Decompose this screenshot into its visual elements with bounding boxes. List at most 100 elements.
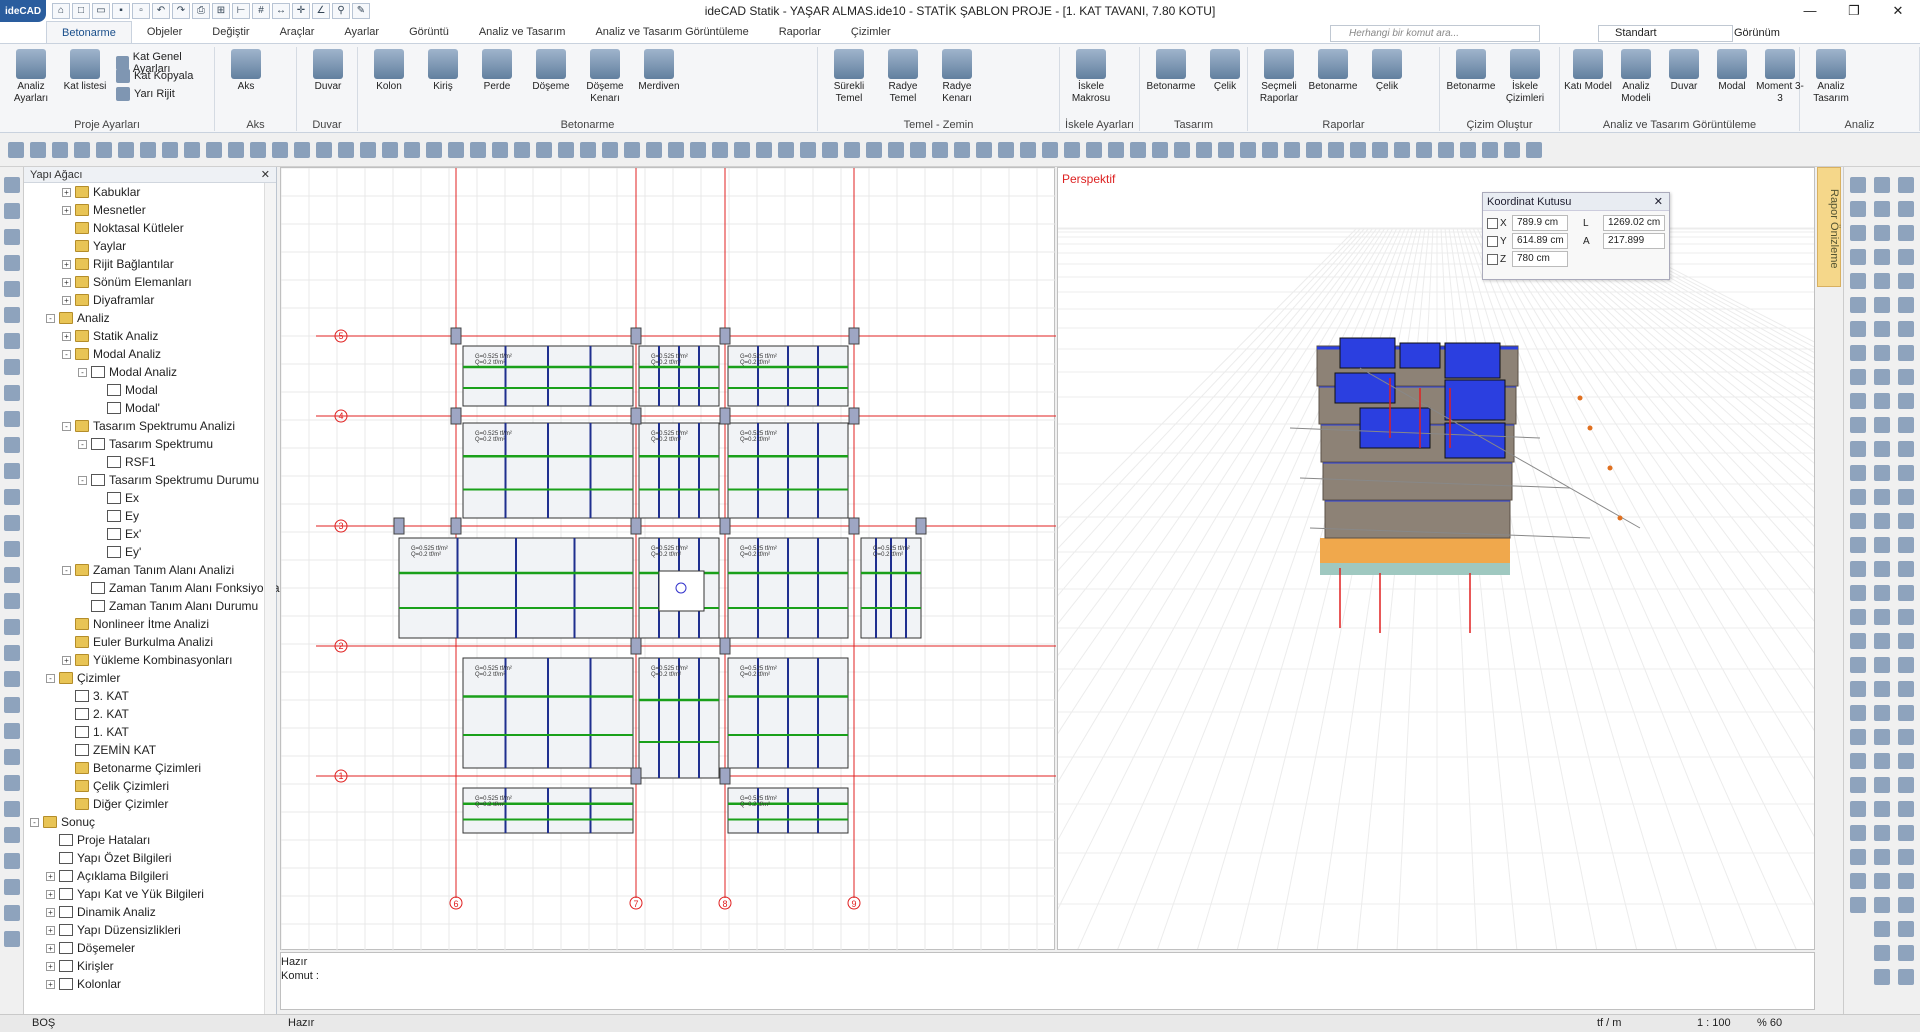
right-tool-icon[interactable] — [1850, 321, 1866, 337]
toolbar-tool-icon[interactable] — [74, 142, 90, 158]
tree-node[interactable]: Ey — [94, 507, 139, 525]
right-tool-icon[interactable] — [1874, 969, 1890, 985]
toolbar-tool-icon[interactable] — [1350, 142, 1366, 158]
toolbar-tool-icon[interactable] — [1240, 142, 1256, 158]
left-tool-icon[interactable] — [4, 619, 20, 635]
right-tool-icon[interactable] — [1898, 441, 1914, 457]
tree-node[interactable]: + Yapı Düzensizlikleri — [46, 921, 181, 939]
right-tool-icon[interactable] — [1898, 465, 1914, 481]
tree-node[interactable]: Zaman Tanım Alanı Fonksiyonları — [78, 579, 287, 597]
ribbon-button[interactable]: İskele Makrosu — [1064, 49, 1118, 105]
toolbar-tool-icon[interactable] — [844, 142, 860, 158]
right-tool-icon[interactable] — [1874, 753, 1890, 769]
left-tool-icon[interactable] — [4, 437, 20, 453]
toolbar-tool-icon[interactable] — [184, 142, 200, 158]
tree-node[interactable]: + Kabuklar — [62, 183, 140, 201]
polar-icon[interactable]: ∠ — [312, 3, 330, 19]
status-scale[interactable]: 1 : 100 — [1697, 1017, 1731, 1029]
snap-icon[interactable]: ⊞ — [212, 3, 230, 19]
close-icon[interactable]: ✕ — [1654, 193, 1663, 211]
collapse-icon[interactable]: - — [78, 475, 87, 485]
toolbar-tool-icon[interactable] — [1152, 142, 1168, 158]
ribbon-button[interactable]: Duvar — [1660, 49, 1708, 93]
save-as-icon[interactable]: ▫ — [132, 3, 150, 19]
tab-3[interactable]: Araçlar — [265, 21, 330, 43]
x-value-field[interactable]: 789.9 cm — [1512, 215, 1568, 231]
toolbar-tool-icon[interactable] — [1020, 142, 1036, 158]
right-tool-icon[interactable] — [1874, 249, 1890, 265]
right-tool-icon[interactable] — [1898, 849, 1914, 865]
left-tool-icon[interactable] — [4, 749, 20, 765]
ortho-icon[interactable]: ⊢ — [232, 3, 250, 19]
toolbar-tool-icon[interactable] — [118, 142, 134, 158]
pen-icon[interactable]: ✎ — [352, 3, 370, 19]
status-layer[interactable]: BOŞ — [32, 1017, 55, 1029]
right-tool-icon[interactable] — [1874, 609, 1890, 625]
ribbon-button[interactable]: Moment 3-3 — [1756, 49, 1804, 105]
toolbar-tool-icon[interactable] — [822, 142, 838, 158]
tree-node[interactable]: Ex' — [94, 525, 141, 543]
left-tool-icon[interactable] — [4, 411, 20, 427]
left-tool-icon[interactable] — [4, 931, 20, 947]
right-tool-icon[interactable] — [1850, 369, 1866, 385]
right-tool-icon[interactable] — [1874, 945, 1890, 961]
ribbon-button[interactable]: Duvar — [301, 49, 355, 93]
right-tool-icon[interactable] — [1874, 561, 1890, 577]
toolbar-tool-icon[interactable] — [1394, 142, 1410, 158]
toolbar-tool-icon[interactable] — [1218, 142, 1234, 158]
expand-icon[interactable]: + — [46, 871, 55, 881]
left-tool-icon[interactable] — [4, 385, 20, 401]
right-tool-icon[interactable] — [1850, 537, 1866, 553]
y-value-field[interactable]: 614.89 cm — [1512, 233, 1568, 249]
right-tool-icon[interactable] — [1874, 417, 1890, 433]
right-tool-icon[interactable] — [1874, 177, 1890, 193]
toolbar-tool-icon[interactable] — [492, 142, 508, 158]
toolbar-tool-icon[interactable] — [602, 142, 618, 158]
right-tool-icon[interactable] — [1898, 345, 1914, 361]
tree-node[interactable]: Nonlineer İtme Analizi — [62, 615, 209, 633]
coordinate-box[interactable]: Koordinat Kutusu ✕ X 789.9 cm L 1269.02 cm … — [1482, 192, 1670, 280]
right-tool-icon[interactable] — [1850, 513, 1866, 529]
tree-node[interactable]: + Yapı Kat ve Yük Bilgileri — [46, 885, 204, 903]
right-tool-icon[interactable] — [1850, 393, 1866, 409]
a-value-field[interactable]: 217.899 — [1603, 233, 1665, 249]
right-tool-icon[interactable] — [1898, 321, 1914, 337]
right-tool-icon[interactable] — [1850, 681, 1866, 697]
right-tool-icon[interactable] — [1898, 489, 1914, 505]
collapse-icon[interactable]: - — [62, 565, 71, 575]
toolbar-tool-icon[interactable] — [30, 142, 46, 158]
left-tool-icon[interactable] — [4, 723, 20, 739]
ribbon-small-button[interactable]: Yarı Rijit — [116, 87, 175, 101]
collapse-icon[interactable]: - — [62, 421, 71, 431]
right-tool-icon[interactable] — [1874, 729, 1890, 745]
collapse-icon[interactable]: - — [78, 439, 87, 449]
toolbar-tool-icon[interactable] — [1262, 142, 1278, 158]
right-tool-icon[interactable] — [1898, 609, 1914, 625]
grid-icon[interactable]: # — [252, 3, 270, 19]
right-tool-icon[interactable] — [1850, 657, 1866, 673]
collapse-icon[interactable]: - — [78, 367, 87, 377]
toolbar-tool-icon[interactable] — [954, 142, 970, 158]
ribbon-button[interactable]: Analiz Tasarım — [1804, 49, 1858, 105]
right-tool-icon[interactable] — [1850, 417, 1866, 433]
right-tool-icon[interactable] — [1850, 273, 1866, 289]
report-preview-tab[interactable]: Rapor Önizleme — [1817, 167, 1841, 287]
left-tool-icon[interactable] — [4, 671, 20, 687]
left-tool-icon[interactable] — [4, 229, 20, 245]
dimension-icon[interactable]: ↔ — [272, 3, 290, 19]
toolbar-tool-icon[interactable] — [668, 142, 684, 158]
tree-node[interactable]: + Kolonlar — [46, 975, 121, 993]
expand-icon[interactable]: + — [46, 943, 55, 953]
right-tool-icon[interactable] — [1850, 897, 1866, 913]
left-tool-icon[interactable] — [4, 281, 20, 297]
toolbar-tool-icon[interactable] — [140, 142, 156, 158]
tree-node[interactable]: - Tasarım Spektrumu Analizi — [62, 417, 235, 435]
tree-node[interactable]: RSF1 — [94, 453, 156, 471]
right-tool-icon[interactable] — [1874, 777, 1890, 793]
left-tool-icon[interactable] — [4, 203, 20, 219]
right-tool-icon[interactable] — [1850, 705, 1866, 721]
right-tool-icon[interactable] — [1898, 633, 1914, 649]
save-icon[interactable]: ▪ — [112, 3, 130, 19]
right-tool-icon[interactable] — [1874, 921, 1890, 937]
tab-8[interactable]: Raporlar — [764, 21, 836, 43]
